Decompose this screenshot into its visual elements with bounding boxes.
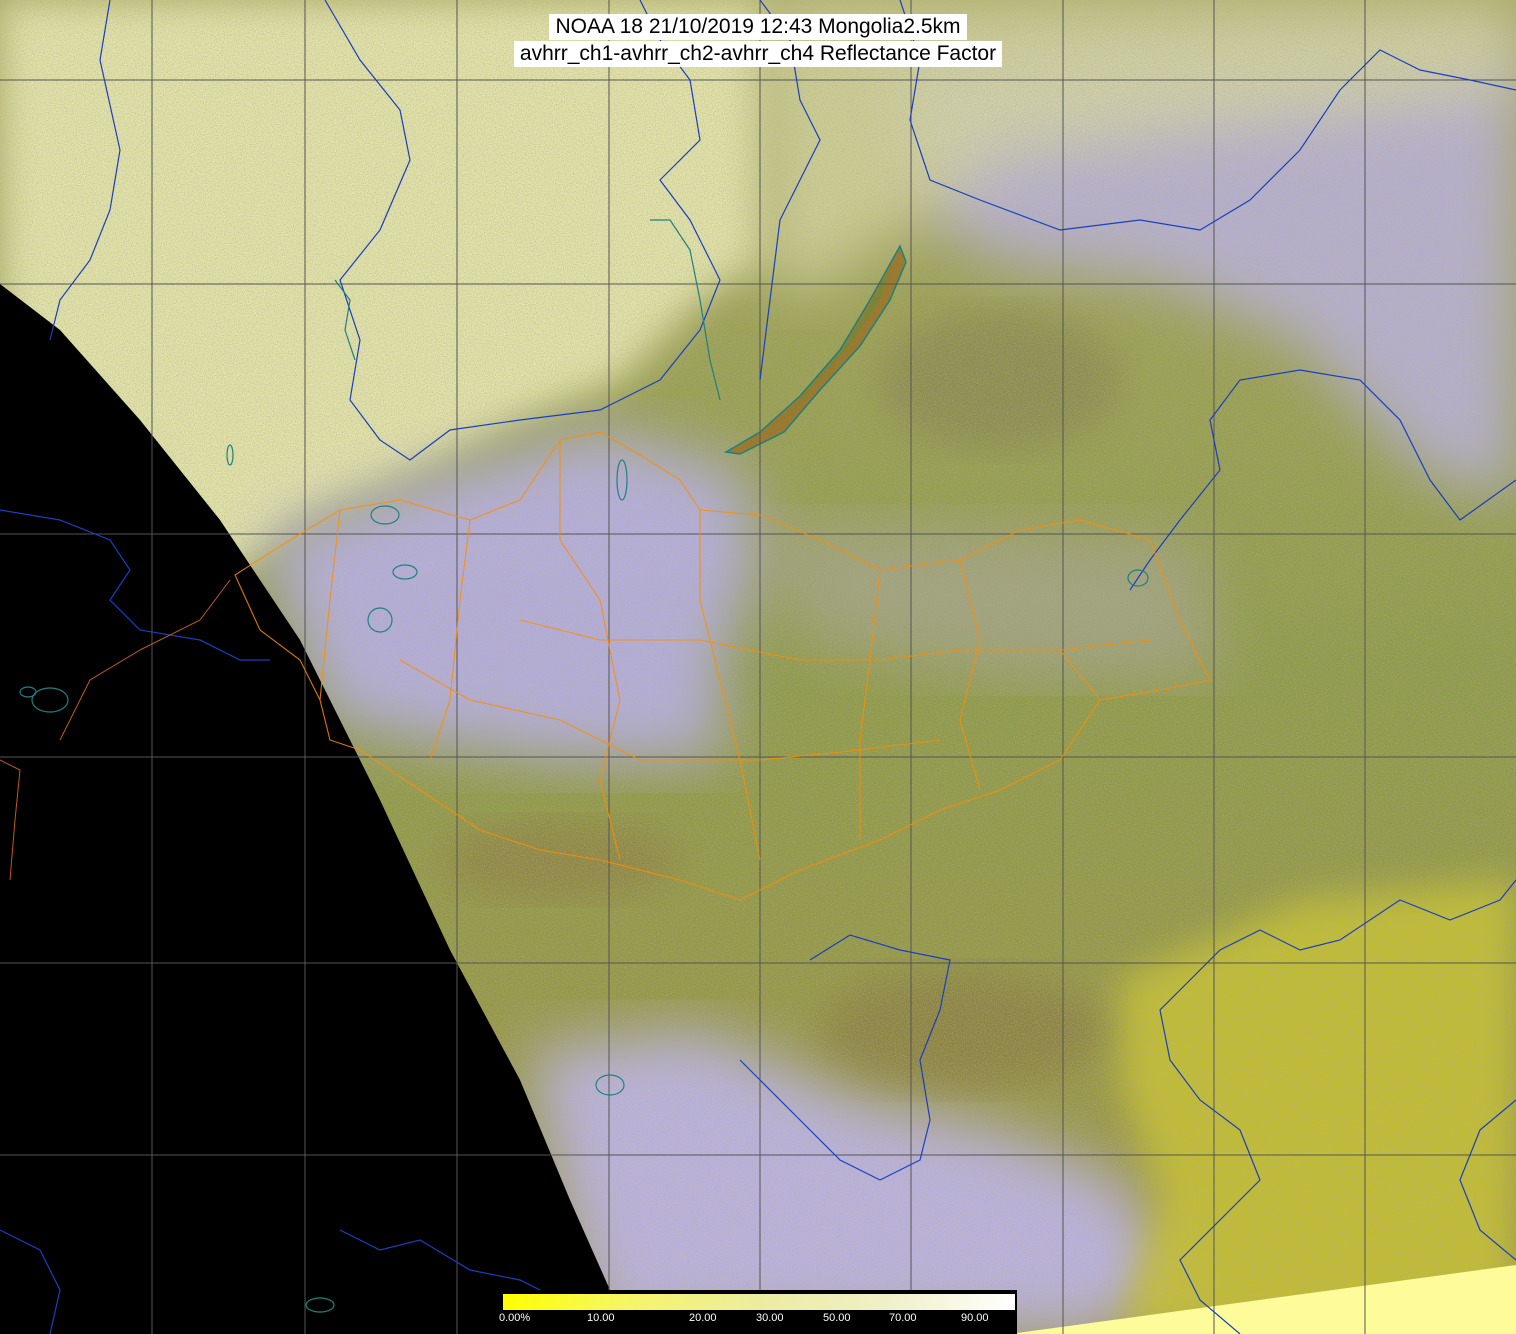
colorbar-gradient [503,1294,1015,1310]
colorbar-label: 70.00 [889,1312,917,1324]
colorbar-label: 30.00 [756,1312,784,1324]
colorbar-legend: 0.00% 10.00 20.00 30.00 50.00 70.00 90.0… [499,1290,1017,1334]
satellite-map [0,0,1516,1334]
colorbar-label: 10.00 [587,1312,615,1324]
colorbar-label: 50.00 [823,1312,851,1324]
colorbar-labels: 0.00% 10.00 20.00 30.00 50.00 70.00 90.0… [499,1312,1017,1328]
colorbar-label: 0.00% [499,1312,531,1324]
colorbar-label: 90.00 [961,1312,989,1324]
colorbar-label: 20.00 [689,1312,717,1324]
